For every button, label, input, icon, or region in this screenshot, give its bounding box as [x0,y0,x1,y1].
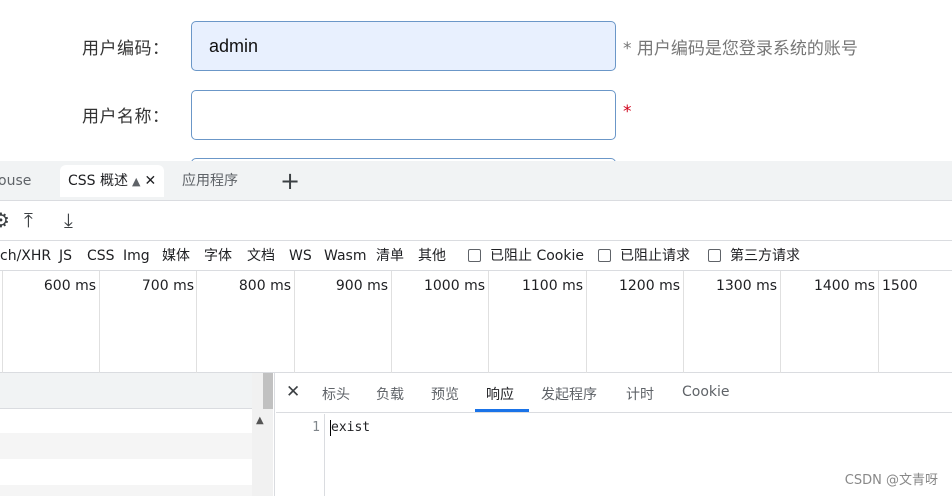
timeline-grid-line [878,271,879,373]
timeline-grid-line [683,271,684,373]
filter-font[interactable]: 字体 [204,247,232,265]
timeline-label: 600 ms [43,278,96,294]
timeline-grid-line [99,271,100,373]
table-row[interactable] [0,409,252,433]
filter-css[interactable]: CSS [87,247,115,265]
timeline-label: 1200 ms [618,278,680,294]
timeline-grid-line [586,271,587,373]
timeline-label: 900 ms [335,278,388,294]
filter-ws[interactable]: WS [289,247,312,265]
required-mark: * [623,102,632,122]
tab-timing[interactable]: 计时 [626,384,654,404]
blocked-requests-checkbox[interactable] [598,249,611,262]
filter-wasm[interactable]: Wasm [324,247,366,265]
filter-other[interactable]: 其他 [418,247,446,265]
table-row[interactable] [0,433,252,459]
timeline-grid-line [488,271,489,373]
blocked-requests-label: 已阻止请求 [620,248,690,264]
filter-doc[interactable]: 文档 [247,247,275,265]
response-body[interactable]: exist [331,420,370,435]
timeline-label: 800 ms [238,278,291,294]
timeline-grid-line [391,271,392,373]
tab-payload[interactable]: 负载 [376,384,404,404]
timeline-grid-line [2,271,3,373]
network-toolbar: ⚙ ⤒ ⤓ [0,201,952,241]
filter-manifest[interactable]: 清单 [376,247,404,265]
usercode-hint: * 用户编码是您登录系统的账号 [623,39,858,59]
timeline-grid-line [294,271,295,373]
timeline-label: 1000 ms [423,278,485,294]
timeline-grid-line [196,271,197,373]
scroll-up-icon[interactable]: ▲ [256,415,264,426]
username-label: 用户名称： [82,107,170,127]
add-tab-icon[interactable]: + [280,167,300,195]
active-tab-indicator [475,409,529,412]
scrollbar-thumb[interactable] [263,373,273,409]
timeline-label: 1400 ms [813,278,875,294]
watermark: CSDN @文青呀 [844,473,938,488]
timeline-label: 1300 ms [715,278,777,294]
tab-preview[interactable]: 预览 [431,384,459,404]
line-number: 1 [312,420,320,435]
line-gutter: 1 [276,414,325,496]
timeline-label: 1500 [882,278,918,294]
close-icon[interactable]: ✕ [144,173,156,189]
usercode-input[interactable]: admin [191,21,616,71]
experiment-icon: ▲ [132,175,141,188]
filter-js[interactable]: JS [59,247,72,265]
user-form: 用户编码： admin * 用户编码是您登录系统的账号 用户名称： * [0,0,952,161]
devtools-tab-bar: ouse CSS 概述 ▲ ✕ 应用程序 + [0,161,952,201]
filter-fetch-xhr[interactable]: ch/XHR [0,247,51,265]
timeline-grid-line [780,271,781,373]
timeline-label: 1100 ms [521,278,583,294]
tab-css-overview[interactable]: CSS 概述 ▲ ✕ [60,165,165,197]
upload-icon[interactable]: ⤒ [24,209,33,231]
close-detail-icon[interactable]: ✕ [286,382,300,402]
request-detail: ✕ 标头 负载 预览 响应 发起程序 计时 Cookie 1 exist CSD… [276,373,952,496]
request-list: ▲ [0,373,275,496]
tab-lighthouse-label: ouse [0,173,32,189]
username-input[interactable] [191,90,616,140]
tab-css-overview-label: CSS 概述 [68,173,128,189]
tab-response[interactable]: 响应 [486,384,514,404]
request-list-header[interactable] [0,373,252,409]
tab-initiator[interactable]: 发起程序 [541,384,597,404]
tab-lighthouse[interactable]: ouse [0,165,39,197]
tab-headers[interactable]: 标头 [322,384,350,404]
detail-tab-bar: ✕ 标头 负载 预览 响应 发起程序 计时 Cookie [276,373,952,413]
tab-cookies[interactable]: Cookie [682,384,730,400]
download-icon[interactable]: ⤓ [64,209,73,231]
settings-icon[interactable]: ⚙ [0,209,10,231]
third-party-label: 第三方请求 [730,248,800,264]
blocked-cookies-label: 已阻止 Cookie [490,248,584,264]
usercode-label: 用户编码： [82,39,170,59]
tab-application-label: 应用程序 [182,173,238,189]
filter-media[interactable]: 媒体 [162,247,190,265]
network-timeline[interactable]: 600 ms 700 ms 800 ms 900 ms 1000 ms 1100… [0,271,952,373]
table-row[interactable] [0,485,252,496]
blocked-cookies-checkbox[interactable] [468,249,481,262]
network-filter-bar: ch/XHR JS CSS Img 媒体 字体 文档 WS Wasm 清单 其他… [0,241,952,271]
timeline-label: 700 ms [141,278,194,294]
filter-img[interactable]: Img [123,247,150,265]
tab-application[interactable]: 应用程序 [174,165,246,197]
table-row[interactable] [0,459,252,485]
third-party-checkbox[interactable] [708,249,721,262]
devtools-panel: ouse CSS 概述 ▲ ✕ 应用程序 + ⚙ ⤒ ⤓ ch/XHR JS CSS… [0,161,952,496]
